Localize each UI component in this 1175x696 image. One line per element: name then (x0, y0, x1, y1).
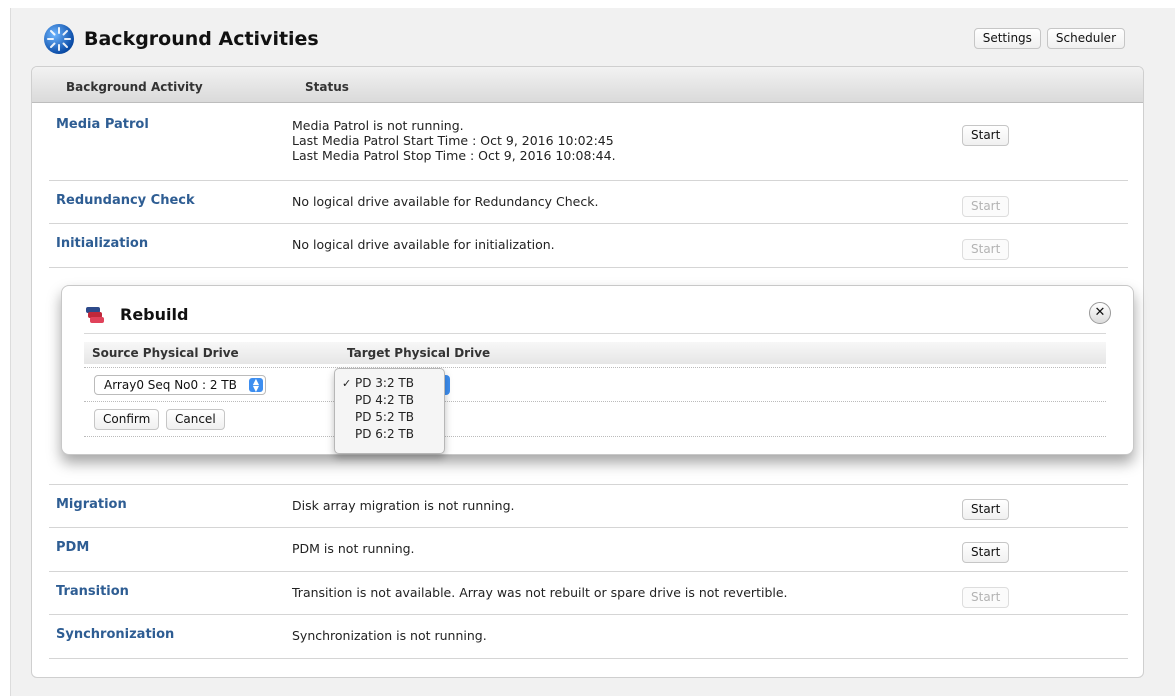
option-label: PD 3:2 TB (355, 376, 414, 390)
activity-link-synchronization[interactable]: Synchronization (56, 627, 174, 642)
column-header-source: Source Physical Drive (92, 346, 239, 360)
activity-link-media-patrol[interactable]: Media Patrol (56, 117, 149, 132)
start-button-pdm[interactable]: Start (962, 542, 1010, 563)
spinner-gear-icon (44, 24, 74, 54)
option-label: PD 6:2 TB (355, 427, 414, 441)
activity-status: No logical drive available for Redundanc… (292, 194, 599, 209)
table-row: Transition Transition is not available. … (49, 572, 1128, 615)
table-row: Redundancy Check No logical drive availa… (49, 181, 1128, 224)
settings-button[interactable]: Settings (973, 28, 1041, 49)
source-drive-select[interactable]: Array0 Seq No0 : 2 TB ▲ ▼ (94, 375, 266, 395)
column-header-activity: Background Activity (66, 80, 203, 94)
start-button-redundancy-check: Start (962, 196, 1010, 217)
divider (84, 333, 1106, 334)
option-label: PD 5:2 TB (355, 410, 414, 424)
activity-link-initialization[interactable]: Initialization (56, 236, 148, 251)
table-row: Migration Disk array migration is not ru… (49, 485, 1128, 528)
divider (84, 367, 1106, 368)
activity-link-migration[interactable]: Migration (56, 497, 127, 512)
status-line: Last Media Patrol Start Time : Oct 9, 20… (292, 133, 614, 148)
activity-link-transition[interactable]: Transition (56, 584, 129, 599)
activity-link-redundancy-check[interactable]: Redundancy Check (56, 193, 195, 208)
close-icon[interactable]: ✕ (1089, 302, 1111, 324)
activity-status: PDM is not running. (292, 541, 415, 556)
target-drive-dropdown: ✓ PD 3:2 TB PD 4:2 TB PD 5:2 TB PD 6:2 T… (334, 368, 445, 454)
source-drive-value: Array0 Seq No0 : 2 TB (104, 378, 237, 392)
scheduler-button[interactable]: Scheduler (1046, 28, 1125, 49)
dropdown-option[interactable]: PD 4:2 TB (335, 392, 444, 409)
divider (84, 436, 1106, 437)
dropdown-option[interactable]: PD 6:2 TB (335, 426, 444, 443)
page-header: Background Activities (44, 24, 319, 54)
page-title: Background Activities (84, 28, 319, 50)
table-header: Background Activity Status (32, 67, 1143, 103)
column-header-target: Target Physical Drive (347, 346, 491, 360)
activity-link-pdm[interactable]: PDM (56, 540, 89, 555)
chevron-updown-icon: ▲ ▼ (249, 378, 263, 393)
drive-stack-icon (84, 304, 106, 330)
table-row: Media Patrol Media Patrol is not running… (49, 103, 1128, 181)
start-button-initialization: Start (962, 239, 1010, 260)
status-line: Media Patrol is not running. (292, 118, 464, 133)
column-header-status: Status (305, 80, 349, 94)
activity-status: No logical drive available for initializ… (292, 237, 555, 252)
start-button-migration[interactable]: Start (962, 499, 1010, 520)
header-actions: Settings Scheduler (973, 28, 1125, 49)
table-row: Initialization No logical drive availabl… (49, 224, 1128, 268)
status-line: Last Media Patrol Stop Time : Oct 9, 201… (292, 148, 616, 163)
confirm-button[interactable]: Confirm (94, 409, 160, 430)
dialog-title: Rebuild (120, 305, 189, 324)
dialog-table-header: Source Physical Drive Target Physical Dr… (84, 342, 1106, 364)
start-button-transition: Start (962, 587, 1010, 608)
start-button-media-patrol[interactable]: Start (962, 125, 1010, 146)
cancel-button[interactable]: Cancel (166, 409, 225, 430)
dropdown-option[interactable]: ✓ PD 3:2 TB (335, 375, 444, 392)
divider (84, 401, 1106, 402)
option-label: PD 4:2 TB (355, 393, 414, 407)
table-row: PDM PDM is not running. Start (49, 528, 1128, 572)
checkmark-icon: ✓ (342, 377, 352, 390)
table-row: Synchronization Synchronization is not r… (49, 615, 1128, 659)
activity-status: Synchronization is not running. (292, 628, 487, 643)
rebuild-dialog: Rebuild ✕ Source Physical Drive Target P… (61, 285, 1134, 455)
activity-status: Media Patrol is not running. Last Media … (292, 118, 616, 163)
activity-status: Transition is not available. Array was n… (292, 585, 788, 600)
dropdown-option[interactable]: PD 5:2 TB (335, 409, 444, 426)
activity-status: Disk array migration is not running. (292, 498, 515, 513)
